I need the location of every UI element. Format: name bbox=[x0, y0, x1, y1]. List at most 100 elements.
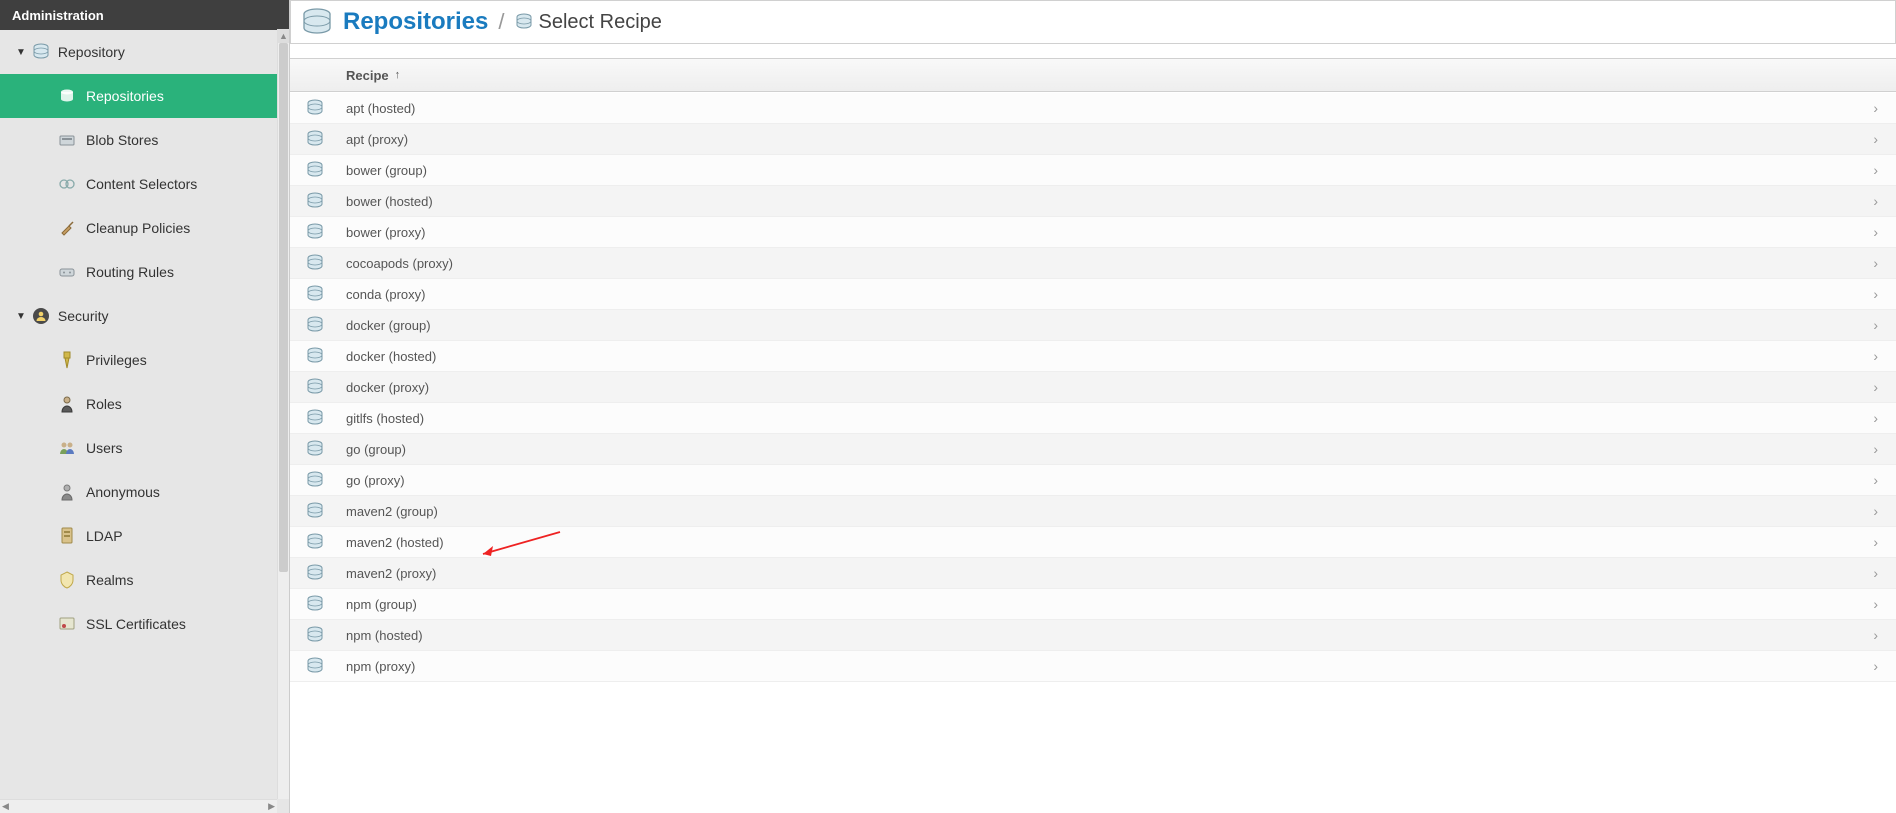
recipe-row[interactable]: npm (group)› bbox=[290, 589, 1896, 620]
chevron-right-icon: › bbox=[1873, 627, 1878, 643]
chevron-right-icon: › bbox=[1873, 658, 1878, 674]
recipe-name: maven2 (group) bbox=[346, 504, 1873, 519]
sidebar-scrollbar-horizontal[interactable]: ◀ ▶ bbox=[0, 799, 277, 813]
sidebar-item-routing-rules[interactable]: Routing Rules bbox=[0, 250, 289, 294]
chevron-right-icon: › bbox=[1873, 255, 1878, 271]
recipe-list[interactable]: apt (hosted)›apt (proxy)›bower (group)›b… bbox=[290, 92, 1896, 813]
recipe-name: conda (proxy) bbox=[346, 287, 1873, 302]
recipe-row[interactable]: cocoapods (proxy)› bbox=[290, 248, 1896, 279]
recipe-row[interactable]: npm (hosted)› bbox=[290, 620, 1896, 651]
column-header-recipe[interactable]: Recipe bbox=[346, 68, 389, 83]
sidebar-item-blob-stores[interactable]: Blob Stores bbox=[0, 118, 289, 162]
recipe-row[interactable]: docker (hosted)› bbox=[290, 341, 1896, 372]
chevron-right-icon: › bbox=[1873, 379, 1878, 395]
sidebar-item-users[interactable]: Users bbox=[0, 426, 289, 470]
anonymous-icon bbox=[58, 483, 76, 501]
database-icon bbox=[306, 409, 346, 427]
sidebar-item-label: Routing Rules bbox=[86, 264, 174, 280]
breadcrumb-current: Select Recipe bbox=[515, 11, 662, 34]
recipe-row[interactable]: go (proxy)› bbox=[290, 465, 1896, 496]
scroll-right-arrow[interactable]: ▶ bbox=[268, 801, 275, 812]
sidebar-item-privileges[interactable]: Privileges bbox=[0, 338, 289, 382]
sidebar-scroll[interactable]: ▼ Repository Repositories Blob Stores bbox=[0, 30, 289, 813]
database-icon bbox=[306, 657, 346, 675]
recipe-row[interactable]: maven2 (group)› bbox=[290, 496, 1896, 527]
recipe-row[interactable]: apt (hosted)› bbox=[290, 93, 1896, 124]
chevron-right-icon: › bbox=[1873, 565, 1878, 581]
blob-icon bbox=[58, 131, 76, 149]
sidebar-item-label: Content Selectors bbox=[86, 176, 197, 192]
recipe-row[interactable]: bower (hosted)› bbox=[290, 186, 1896, 217]
scrollbar-thumb[interactable] bbox=[279, 43, 288, 572]
chevron-right-icon: › bbox=[1873, 224, 1878, 240]
table-header[interactable]: Recipe ↑ bbox=[290, 58, 1896, 92]
recipe-name: maven2 (proxy) bbox=[346, 566, 1873, 581]
sidebar-item-repositories[interactable]: Repositories bbox=[0, 74, 289, 118]
database-icon bbox=[306, 626, 346, 644]
database-icon bbox=[306, 533, 346, 551]
chevron-right-icon: › bbox=[1873, 348, 1878, 364]
recipe-row[interactable]: docker (proxy)› bbox=[290, 372, 1896, 403]
recipe-row[interactable]: maven2 (proxy)› bbox=[290, 558, 1896, 589]
sidebar-item-label: Users bbox=[86, 440, 123, 456]
recipe-name: apt (proxy) bbox=[346, 132, 1873, 147]
recipe-row[interactable]: docker (group)› bbox=[290, 310, 1896, 341]
database-icon bbox=[306, 564, 346, 582]
recipe-row[interactable]: maven2 (hosted)› bbox=[290, 527, 1896, 558]
sidebar-item-anonymous[interactable]: Anonymous bbox=[0, 470, 289, 514]
sidebar-item-label: LDAP bbox=[86, 528, 123, 544]
sidebar-item-label: Realms bbox=[86, 572, 133, 588]
recipe-row[interactable]: conda (proxy)› bbox=[290, 279, 1896, 310]
sidebar: Administration ▼ Repository Repositories bbox=[0, 0, 290, 813]
sidebar-item-label: Blob Stores bbox=[86, 132, 158, 148]
recipe-name: npm (proxy) bbox=[346, 659, 1873, 674]
breadcrumb-root-link[interactable]: Repositories bbox=[343, 8, 488, 36]
database-small-icon bbox=[58, 87, 76, 105]
recipe-row[interactable]: apt (proxy)› bbox=[290, 124, 1896, 155]
sidebar-item-realms[interactable]: Realms bbox=[0, 558, 289, 602]
security-icon bbox=[32, 307, 50, 325]
breadcrumb: Repositories / Select Recipe bbox=[290, 0, 1896, 44]
chevron-right-icon: › bbox=[1873, 286, 1878, 302]
selectors-icon bbox=[58, 175, 76, 193]
users-icon bbox=[58, 439, 76, 457]
recipe-name: maven2 (hosted) bbox=[346, 535, 1873, 550]
sidebar-scrollbar-vertical[interactable]: ▲ bbox=[277, 29, 289, 799]
database-icon bbox=[306, 471, 346, 489]
sidebar-item-ldap[interactable]: LDAP bbox=[0, 514, 289, 558]
recipe-row[interactable]: npm (proxy)› bbox=[290, 651, 1896, 682]
database-icon bbox=[306, 502, 346, 520]
recipe-row[interactable]: bower (proxy)› bbox=[290, 217, 1896, 248]
chevron-right-icon: › bbox=[1873, 193, 1878, 209]
database-icon bbox=[306, 440, 346, 458]
sidebar-item-label: Roles bbox=[86, 396, 122, 412]
scroll-left-arrow[interactable]: ◀ bbox=[2, 801, 9, 812]
recipe-name: bower (group) bbox=[346, 163, 1873, 178]
database-icon bbox=[306, 595, 346, 613]
database-icon bbox=[306, 254, 346, 272]
realms-icon bbox=[58, 571, 76, 589]
sidebar-item-ssl-certificates[interactable]: SSL Certificates bbox=[0, 602, 289, 646]
database-icon bbox=[306, 192, 346, 210]
sidebar-section-repository[interactable]: ▼ Repository bbox=[0, 30, 289, 74]
sidebar-item-roles[interactable]: Roles bbox=[0, 382, 289, 426]
sidebar-section-security[interactable]: ▼ Security bbox=[0, 294, 289, 338]
database-icon bbox=[32, 43, 50, 61]
recipe-name: gitlfs (hosted) bbox=[346, 411, 1873, 426]
sidebar-item-content-selectors[interactable]: Content Selectors bbox=[0, 162, 289, 206]
sidebar-item-label: Cleanup Policies bbox=[86, 220, 190, 236]
sidebar-item-cleanup-policies[interactable]: Cleanup Policies bbox=[0, 206, 289, 250]
recipe-row[interactable]: go (group)› bbox=[290, 434, 1896, 465]
chevron-right-icon: › bbox=[1873, 534, 1878, 550]
database-icon bbox=[306, 130, 346, 148]
recipe-row[interactable]: gitlfs (hosted)› bbox=[290, 403, 1896, 434]
broom-icon bbox=[58, 219, 76, 237]
recipe-name: bower (hosted) bbox=[346, 194, 1873, 209]
recipe-row[interactable]: bower (group)› bbox=[290, 155, 1896, 186]
sidebar-title: Administration bbox=[0, 0, 289, 30]
chevron-right-icon: › bbox=[1873, 503, 1878, 519]
ldap-icon bbox=[58, 527, 76, 545]
database-icon bbox=[306, 347, 346, 365]
scroll-up-arrow[interactable]: ▲ bbox=[278, 29, 289, 43]
privileges-icon bbox=[58, 351, 76, 369]
